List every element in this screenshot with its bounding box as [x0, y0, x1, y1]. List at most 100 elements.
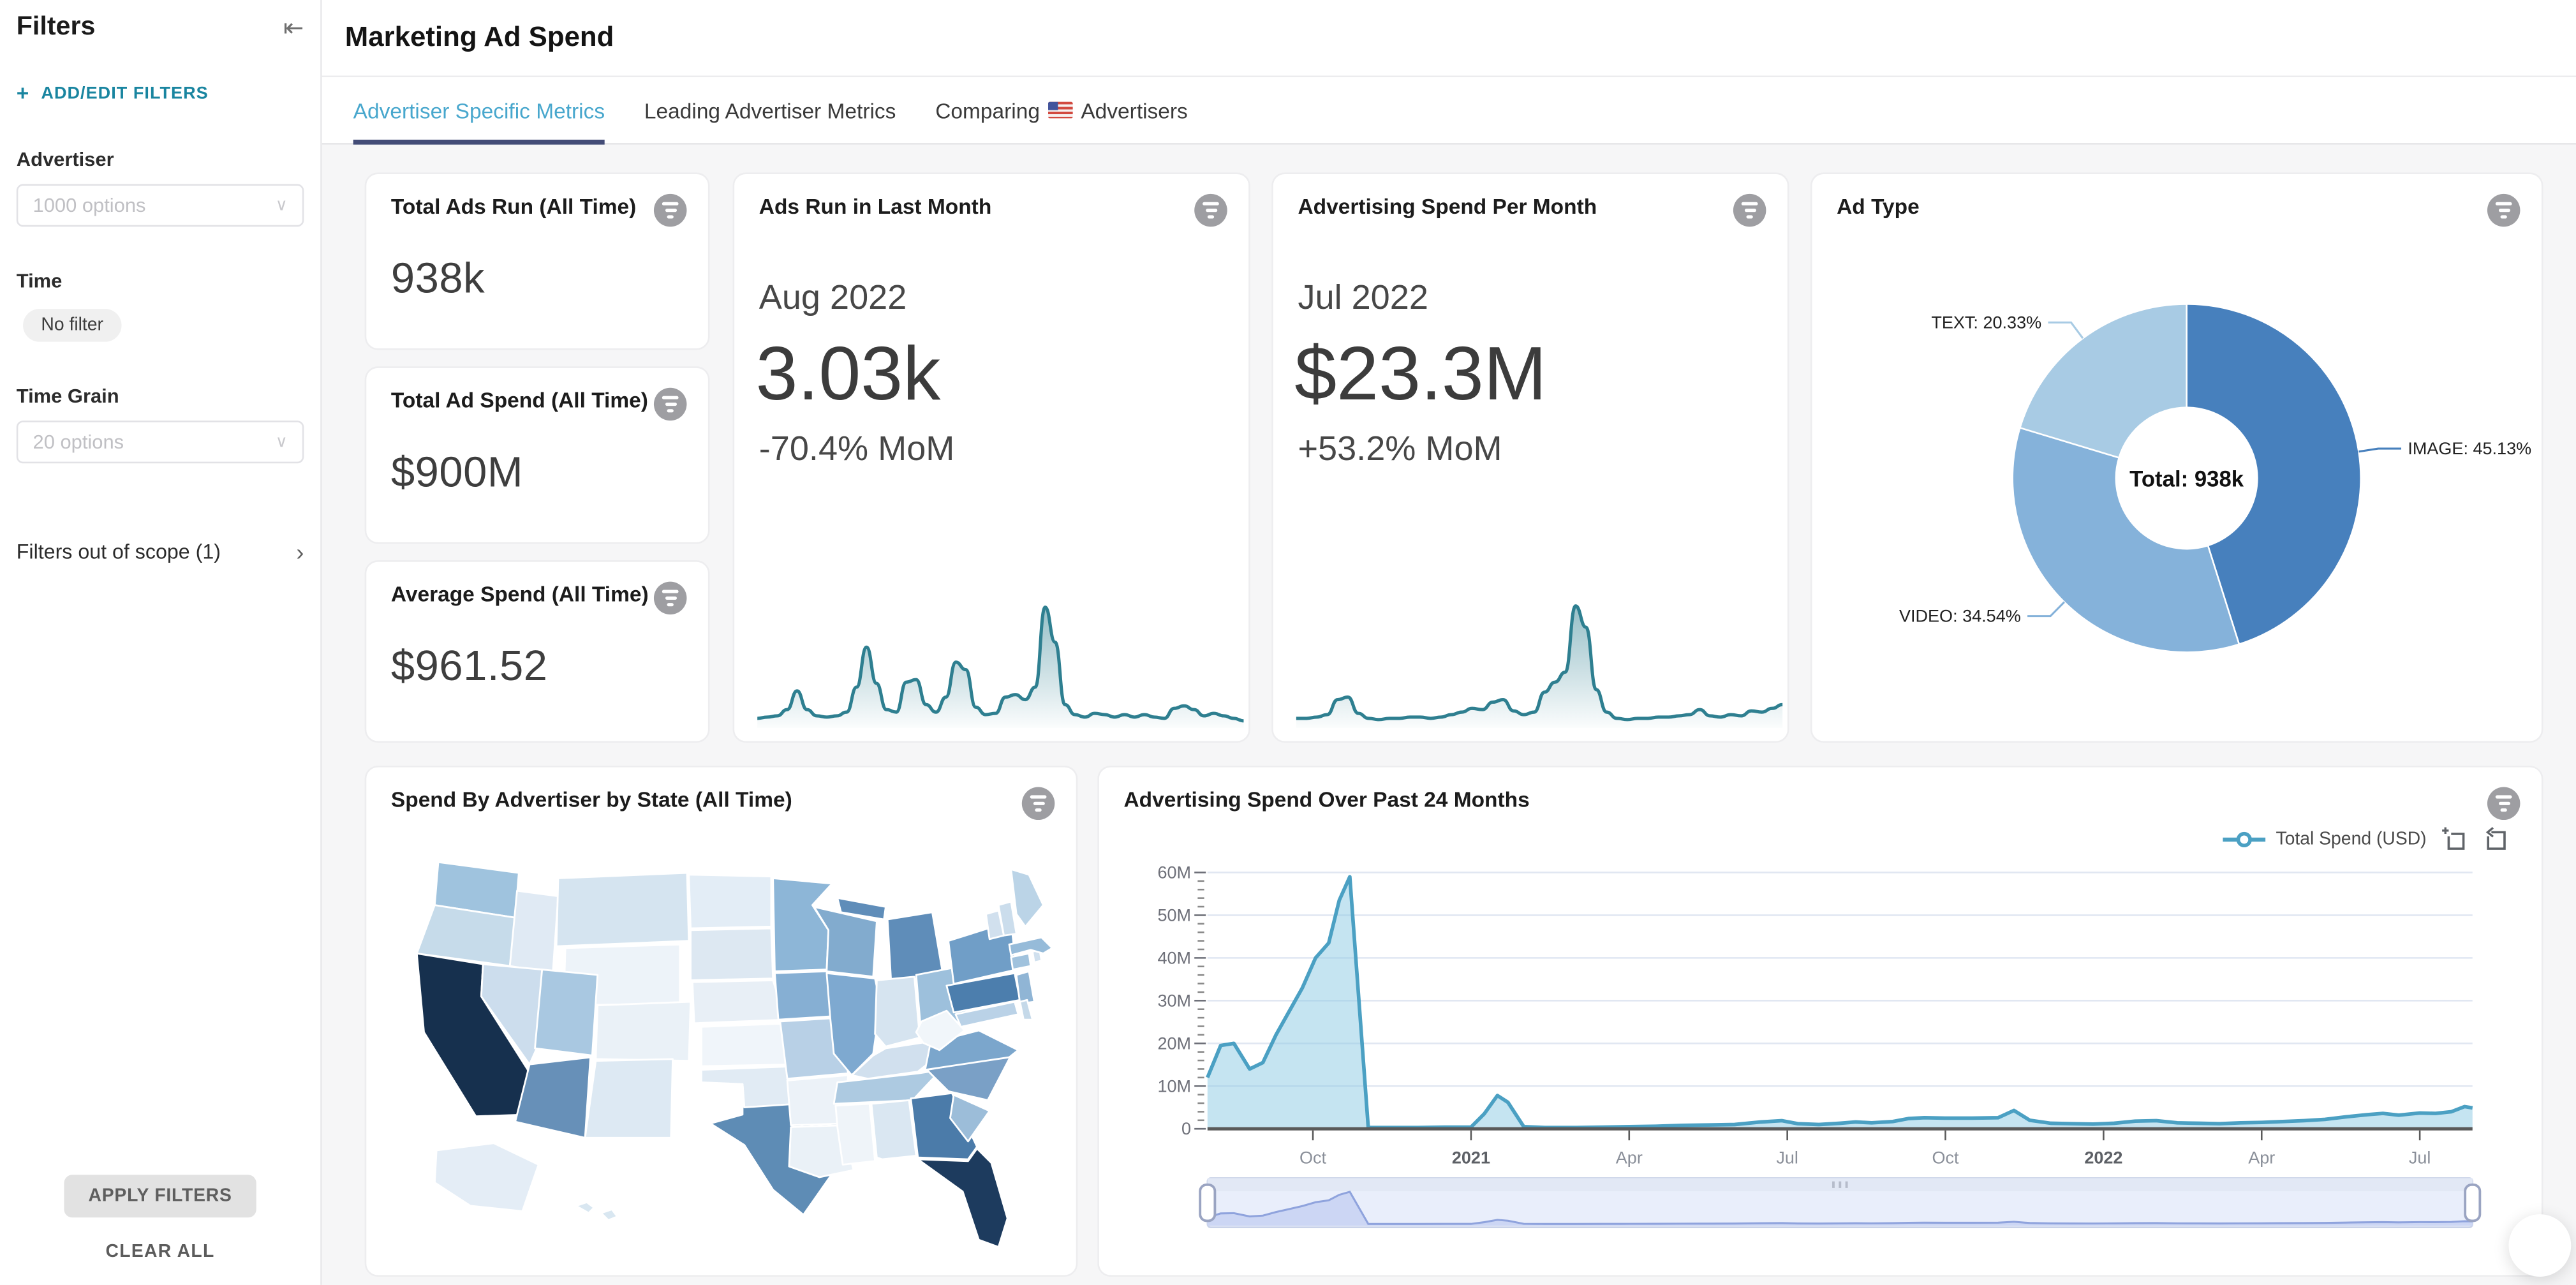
sparkline-chart[interactable] — [754, 580, 1247, 731]
trend-card-spend-per-month: Advertising Spend Per Month Jul 2022 $23… — [1271, 172, 1789, 743]
apply-filters-button[interactable]: APPLY FILTERS — [64, 1175, 256, 1217]
tab-label: Advertisers — [1081, 98, 1187, 123]
svg-text:2022: 2022 — [2084, 1148, 2122, 1167]
state-fl[interactable] — [918, 1148, 1007, 1247]
filters-out-of-scope-row[interactable]: Filters out of scope (1) › — [17, 516, 304, 565]
state-id[interactable] — [510, 891, 558, 973]
state-hi[interactable] — [576, 1202, 594, 1213]
kpi-value: $961.52 — [366, 614, 708, 692]
state-al[interactable] — [871, 1100, 916, 1159]
time-grain-select[interactable]: 20 options ∨ — [17, 420, 304, 463]
chevron-right-icon: › — [296, 539, 304, 565]
kpi-card-average-spend: Average Spend (All Time) $961.52 — [365, 560, 710, 743]
tab-leading-advertiser-metrics[interactable]: Leading Advertiser Metrics — [644, 77, 896, 143]
dashboard-app: Filters ⇤ + ADD/EDIT FILTERS Advertiser … — [0, 0, 2576, 1285]
filter-indicator-icon[interactable] — [1733, 194, 1766, 227]
total-spend-area-chart[interactable]: 010M20M30M40M50M60MOct2021AprJulOct2022A… — [1099, 768, 2545, 1279]
svg-text:10M: 10M — [1157, 1076, 1191, 1096]
add-edit-filters-button[interactable]: + ADD/EDIT FILTERS — [17, 80, 304, 105]
svg-text:20M: 20M — [1157, 1034, 1191, 1053]
sparkline-chart[interactable] — [1293, 580, 1786, 731]
svg-text:0: 0 — [1181, 1119, 1191, 1138]
spend-by-state-card: Spend By Advertiser by State (All Time) — [365, 766, 1078, 1277]
state-mn[interactable] — [773, 878, 833, 971]
big-value: 3.03k — [756, 329, 1227, 417]
filter-indicator-icon[interactable] — [654, 194, 687, 227]
state-hi[interactable] — [601, 1210, 617, 1221]
us-flag-icon — [1048, 102, 1073, 119]
filters-out-of-scope-label: Filters out of scope (1) — [17, 540, 221, 563]
trend-card-ads-run-last-month: Ads Run in Last Month Aug 2022 3.03k -70… — [733, 172, 1250, 743]
filter-indicator-icon[interactable] — [1194, 194, 1227, 227]
time-grain-select-placeholder: 20 options — [33, 431, 124, 454]
tab-bar: Advertiser Specific Metrics Leading Adve… — [322, 77, 2576, 145]
add-edit-filters-label: ADD/EDIT FILTERS — [41, 83, 208, 103]
tab-comparing-advertisers[interactable]: Comparing Advertisers — [935, 77, 1188, 143]
tab-advertiser-specific-metrics[interactable]: Advertiser Specific Metrics — [353, 77, 605, 143]
state-nd[interactable] — [689, 875, 771, 928]
chevron-down-icon: ∨ — [276, 197, 288, 214]
state-ne[interactable] — [692, 980, 785, 1023]
state-me[interactable] — [1011, 869, 1044, 926]
us-choropleth-map[interactable] — [383, 846, 1063, 1270]
dashboard-content: Total Ads Run (All Time) 938k Total Ad S… — [322, 143, 2576, 1285]
svg-text:50M: 50M — [1157, 905, 1191, 925]
collapse-sidebar-icon[interactable]: ⇤ — [283, 15, 304, 40]
donut-slice-video[interactable] — [2013, 427, 2239, 652]
big-value: $23.3M — [1294, 329, 1766, 417]
period-label: Aug 2022 — [759, 279, 1224, 319]
tab-label: Leading Advertiser Metrics — [644, 98, 896, 123]
state-nj[interactable] — [1016, 971, 1034, 1004]
donut-slice-text[interactable] — [2020, 304, 2186, 457]
delta-label: +53.2% MoM — [1298, 431, 1763, 470]
brush-handle-right[interactable] — [2465, 1185, 2480, 1221]
state-nm[interactable] — [585, 1059, 672, 1138]
tab-label: Advertiser Specific Metrics — [353, 98, 605, 123]
kpi-value: $900M — [366, 420, 708, 498]
state-ma[interactable] — [1009, 937, 1052, 955]
floating-action-button[interactable] — [2508, 1214, 2571, 1277]
tab-label: Comparing — [935, 98, 1040, 123]
kpi-card-total-ad-spend: Total Ad Spend (All Time) $900M — [365, 366, 710, 544]
svg-text:Oct: Oct — [1932, 1148, 1960, 1167]
filter-indicator-icon[interactable] — [1022, 787, 1055, 821]
donut-label: VIDEO: 34.54% — [1899, 607, 2021, 626]
ad-type-donut-chart[interactable]: IMAGE: 45.13%VIDEO: 34.54%TEXT: 20.33%To… — [1812, 174, 2545, 745]
state-ok[interactable] — [701, 1066, 798, 1108]
kpi-value: 938k — [366, 227, 708, 304]
clear-all-button[interactable]: CLEAR ALL — [0, 1242, 320, 1262]
card-title: Advertising Spend Per Month — [1298, 194, 1597, 221]
state-ms[interactable] — [836, 1104, 875, 1164]
kpi-card-total-ads-run: Total Ads Run (All Time) 938k — [365, 172, 710, 350]
main-area: Marketing Ad Spend Advertiser Specific M… — [322, 0, 2576, 1285]
advertiser-label: Advertiser — [17, 148, 304, 171]
card-title: Total Ad Spend (All Time) — [391, 388, 648, 415]
state-ut[interactable] — [535, 970, 598, 1056]
donut-center-label: Total: 938k — [2129, 467, 2244, 491]
state-ct[interactable] — [1011, 953, 1031, 969]
advertiser-select[interactable]: 1000 options ∨ — [17, 184, 304, 227]
state-sd[interactable] — [691, 928, 773, 980]
filter-indicator-icon[interactable] — [654, 582, 687, 615]
svg-text:Apr: Apr — [1616, 1148, 1643, 1167]
card-title: Total Ads Run (All Time) — [391, 194, 636, 221]
filters-title: Filters — [17, 13, 96, 43]
time-label: Time — [17, 269, 304, 292]
donut-label: IMAGE: 45.13% — [2408, 439, 2531, 458]
svg-text:Jul: Jul — [1776, 1148, 1798, 1167]
brush-handle-left[interactable] — [1200, 1185, 1215, 1221]
state-co[interactable] — [596, 1002, 691, 1061]
advertiser-select-placeholder: 1000 options — [33, 194, 146, 217]
plus-icon: + — [17, 80, 30, 105]
delta-label: -70.4% MoM — [759, 431, 1224, 470]
svg-text:Oct: Oct — [1299, 1148, 1327, 1167]
state-in[interactable] — [875, 977, 920, 1046]
filter-indicator-icon[interactable] — [654, 388, 687, 421]
time-no-filter-tag: No filter — [23, 309, 121, 342]
state-ak[interactable] — [434, 1143, 538, 1212]
svg-text:Apr: Apr — [2248, 1148, 2275, 1167]
chevron-down-icon: ∨ — [276, 433, 288, 451]
filters-sidebar: Filters ⇤ + ADD/EDIT FILTERS Advertiser … — [0, 0, 322, 1285]
svg-text:2021: 2021 — [1452, 1148, 1490, 1167]
state-mt[interactable] — [556, 873, 689, 946]
